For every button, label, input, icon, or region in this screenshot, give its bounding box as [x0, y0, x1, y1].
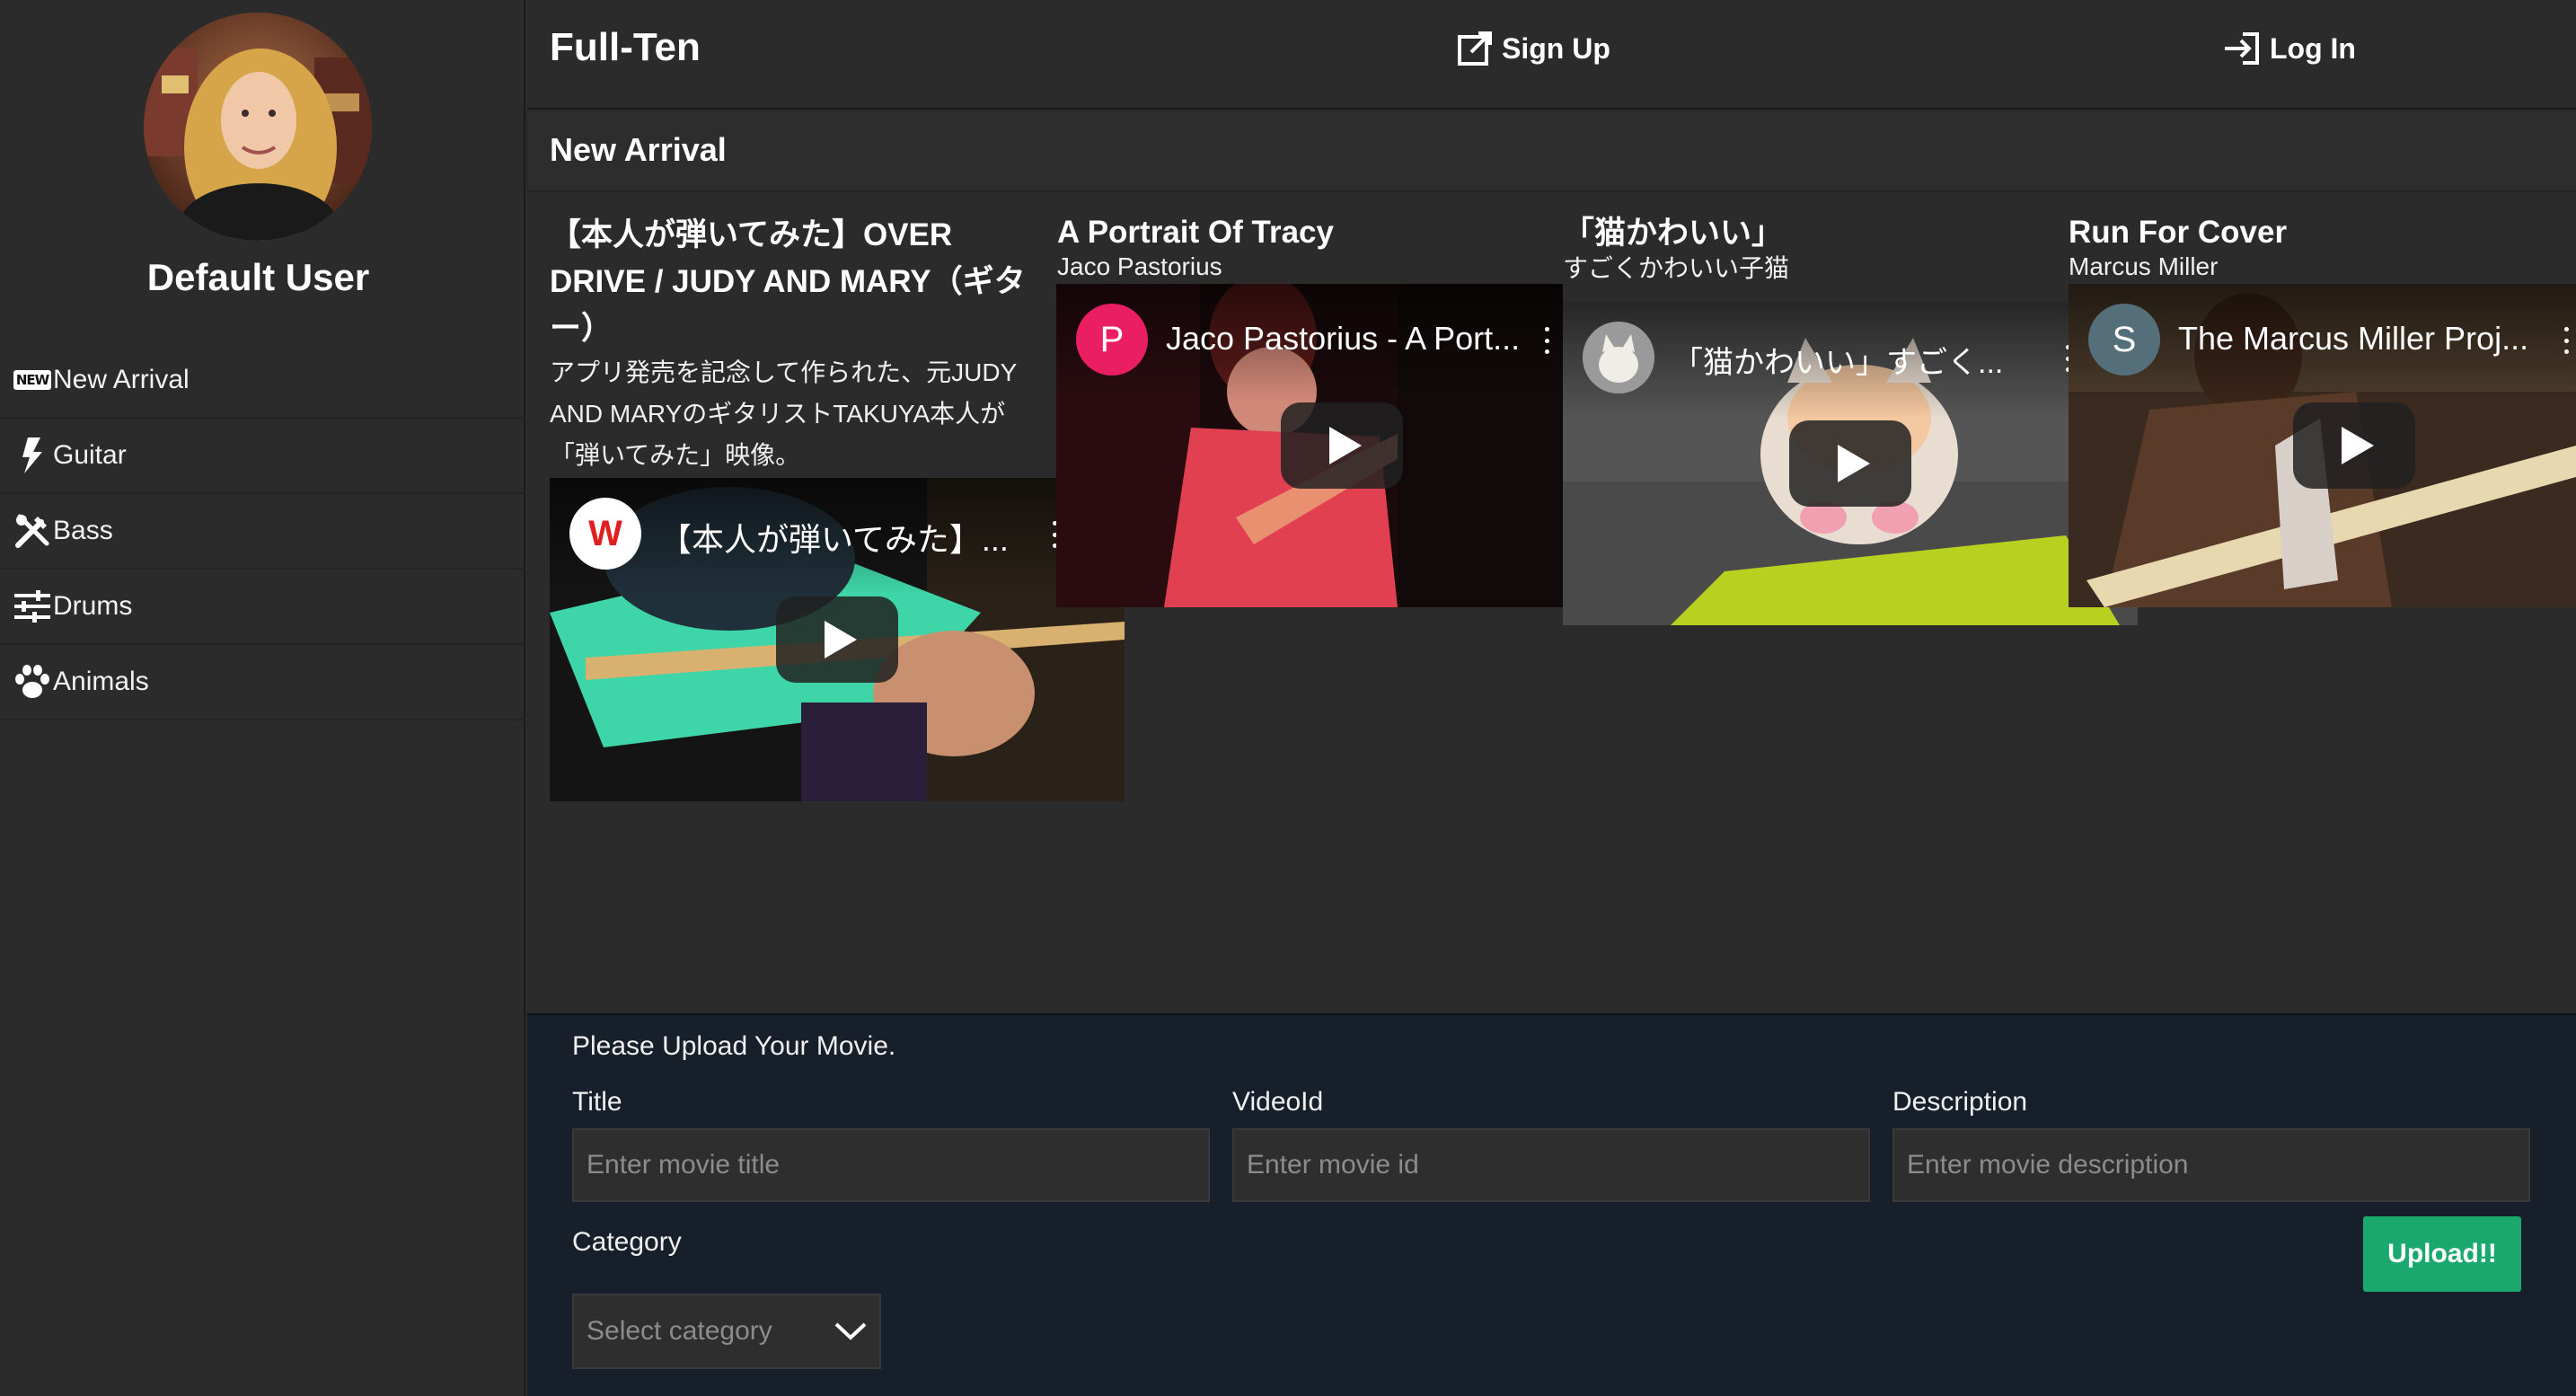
videoid-input[interactable]	[1232, 1128, 1870, 1202]
more-options-icon[interactable]	[1545, 327, 1550, 354]
movie-card: 「猫かわいい」 すごくかわいい子猫	[1563, 194, 2066, 282]
video-title: 「猫かわいい」すごく...	[1672, 346, 2004, 380]
category-label: Category	[572, 1227, 682, 1257]
video-title: Jaco Pastorius - A Port...	[1166, 320, 1521, 357]
movie-title: 【本人が弾いてみた】OVER DRIVE / JUDY AND MARY（ギター…	[550, 217, 1026, 346]
log-in-button[interactable]: Log In	[2223, 31, 2356, 66]
sign-up-button[interactable]: Sign Up	[1457, 31, 1610, 66]
user-name: Default User	[146, 256, 370, 298]
movie-card: 【本人が弾いてみた】OVER DRIVE / JUDY AND MARY（ギター…	[550, 194, 1053, 476]
movie-card: Run For Cover Marcus Miller	[2069, 194, 2572, 280]
upload-form: Please Upload Your Movie. Title VideoId …	[527, 1013, 2576, 1396]
movie-description: すごくかわいい子猫	[1563, 254, 1790, 282]
title-input[interactable]	[572, 1128, 1210, 1202]
videoid-label: VideoId	[1232, 1087, 1324, 1117]
video-player[interactable]: 「猫かわいい」すごく...	[1563, 302, 2138, 625]
sidebar-item-bass[interactable]: Bass	[0, 494, 525, 570]
description-label: Description	[1892, 1087, 2028, 1117]
lightning-icon	[13, 437, 51, 474]
top-header: Full-Ten Sign Up Log In	[527, 0, 2576, 110]
new-badge-icon: NEW	[13, 361, 52, 399]
more-options-icon[interactable]	[2564, 327, 2570, 354]
channel-icon[interactable]: W	[569, 498, 641, 570]
channel-icon[interactable]: P	[1076, 304, 1148, 376]
title-label: Title	[572, 1087, 622, 1117]
movie-description: Jaco Pastorius	[1057, 252, 1222, 280]
external-link-icon	[1458, 31, 1492, 66]
movie-description: Marcus Miller	[2069, 252, 2219, 280]
movie-title: A Portrait Of Tracy	[1057, 215, 1334, 250]
category-select[interactable]: Select category	[572, 1294, 881, 1369]
category-nav: NEW New Arrival Guitar Bass Drums Animal…	[0, 343, 525, 720]
channel-icon[interactable]	[1583, 322, 1654, 393]
sidebar-item-animals[interactable]: Animals	[0, 645, 525, 720]
play-button[interactable]	[1789, 420, 1911, 507]
video-player[interactable]: S The Marcus Miller Proj...	[2069, 284, 2576, 607]
movie-grid: 【本人が弾いてみた】OVER DRIVE / JUDY AND MARY（ギター…	[527, 194, 2576, 1012]
play-button[interactable]	[776, 596, 898, 683]
upload-button[interactable]: Upload!!	[2363, 1216, 2521, 1292]
sign-up-label: Sign Up	[1502, 31, 1610, 65]
sidebar-item-label: Bass	[53, 516, 113, 545]
video-player[interactable]: P Jaco Pastorius - A Port...	[1056, 284, 1563, 607]
play-button[interactable]	[2293, 402, 2415, 489]
section-header: New Arrival	[527, 111, 2576, 192]
category-select-value: Select category	[587, 1316, 772, 1346]
brand-logo[interactable]: Full-Ten	[550, 25, 701, 70]
movie-title: 「猫かわいい」	[1563, 216, 1784, 251]
sidebar-item-guitar[interactable]: Guitar	[0, 419, 525, 494]
video-player[interactable]: W 【本人が弾いてみた】...	[550, 478, 1125, 801]
movie-title: Run For Cover	[2069, 215, 2288, 250]
tools-icon	[13, 512, 51, 550]
movie-description: アプリ発売を記念して作られた、元JUDY AND MARYのギタリストTAKUY…	[550, 358, 1017, 469]
log-in-label: Log In	[2270, 31, 2356, 65]
video-title: 【本人が弾いてみた】...	[659, 521, 1009, 558]
paw-icon	[13, 663, 51, 701]
upload-heading: Please Upload Your Movie.	[572, 1031, 896, 1061]
description-input[interactable]	[1892, 1128, 2530, 1202]
chevron-down-icon	[834, 1322, 867, 1340]
play-button[interactable]	[1281, 402, 1403, 489]
channel-icon[interactable]: S	[2088, 304, 2160, 376]
movie-card: A Portrait Of Tracy Jaco Pastorius	[1057, 194, 1560, 280]
sidebar-item-new-arrival[interactable]: NEW New Arrival	[0, 343, 525, 419]
section-title: New Arrival	[550, 131, 727, 168]
sidebar-item-label: New Arrival	[53, 365, 190, 394]
avatar[interactable]	[144, 13, 372, 241]
sliders-icon	[13, 588, 51, 625]
sidebar-item-label: Guitar	[53, 440, 127, 470]
log-in-icon	[2225, 32, 2259, 65]
sidebar: Default User NEW New Arrival Guitar Bass…	[0, 0, 525, 1396]
sidebar-item-label: Drums	[53, 591, 133, 621]
app-root: Default User NEW New Arrival Guitar Bass…	[0, 0, 2576, 1396]
sidebar-item-drums[interactable]: Drums	[0, 570, 525, 645]
sidebar-item-label: Animals	[53, 667, 149, 696]
video-title: The Marcus Miller Proj...	[2178, 320, 2529, 357]
